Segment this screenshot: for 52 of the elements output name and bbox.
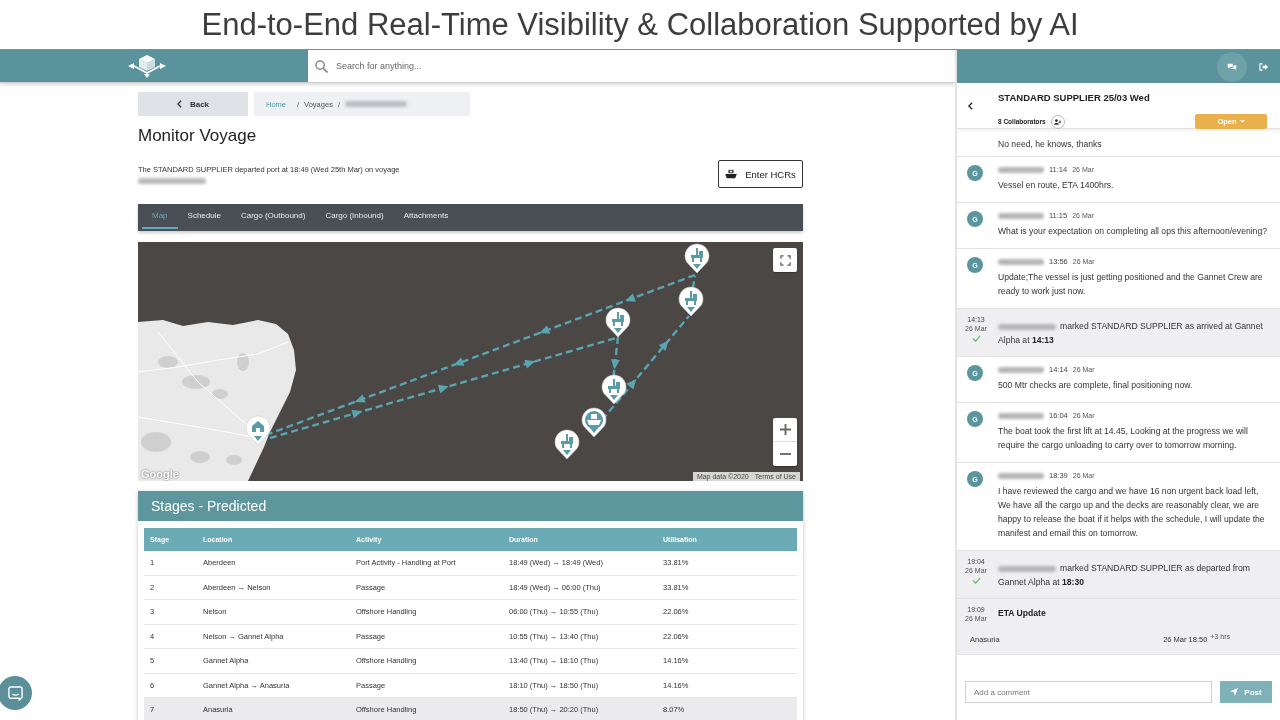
- rig-pin-icon[interactable]: [678, 286, 704, 317]
- comment-field[interactable]: Add a comment: [965, 681, 1212, 703]
- minus-icon: [779, 453, 791, 455]
- plus-icon: [779, 424, 791, 435]
- tab[interactable]: Schedule: [177, 204, 231, 229]
- eta-title: ETA Update: [998, 607, 1046, 620]
- chat-button[interactable]: [1217, 51, 1247, 82]
- logout-button[interactable]: [1259, 62, 1268, 71]
- search-field[interactable]: Search for anything...: [336, 50, 955, 82]
- add-collaborator-button[interactable]: [1050, 114, 1065, 129]
- conversation-title: STANDARD SUPPLIER 25/03 Wed: [998, 92, 1151, 104]
- back-button[interactable]: Back: [138, 92, 248, 116]
- message-text: No need, he knows, thanks: [998, 138, 1103, 151]
- message-text: Vessel en route, ETA 1400hrs.: [998, 179, 1115, 192]
- redacted-text: [345, 101, 407, 107]
- cube-logo-icon[interactable]: [128, 54, 166, 78]
- tab[interactable]: Attachments: [393, 204, 459, 229]
- rig-pin-icon[interactable]: [554, 429, 580, 460]
- message-text: What is your expectation on completing all ops this afternoon/evening?: [998, 225, 1268, 238]
- send-icon: [1230, 688, 1239, 696]
- fullscreen-icon: [779, 254, 791, 266]
- rig-pin-icon[interactable]: [684, 243, 710, 274]
- map-logo: Google: [141, 468, 179, 480]
- house-pin-icon[interactable]: [245, 415, 271, 446]
- chat-launcher-button[interactable]: [0, 676, 32, 710]
- search-icon: [315, 59, 328, 73]
- tab[interactable]: Cargo (Inbound): [315, 204, 394, 229]
- logout-icon: [1259, 62, 1268, 71]
- message-text: The boat took the first lift at 14.45, Looking at the progress we will require the cargo unloading to carry over to tomorrow morning.: [998, 425, 1249, 452]
- page-title: Monitor Voyage: [138, 125, 258, 147]
- panel-heading: Stages - Predicted: [138, 491, 803, 521]
- message-text: Update;The vessel is just getting positioned and the Gannet Crew are ready to work just now.: [998, 271, 1264, 298]
- ship-pin-icon[interactable]: [581, 407, 607, 438]
- event-text: marked STANDARD SUPPLIER as departed from Gannet Alpha at 18:30: [998, 557, 1268, 589]
- message-text: I have reviewed the cargo and we have 16 non urgent back load left, We have all the cargo up and the decks are reasonably clear, we are happy to release the boat if it helps with the schedule, I will update the manifest and email this on tomorrow.: [998, 485, 1266, 540]
- tab[interactable]: Cargo (Outbound): [230, 204, 316, 229]
- chat-bubble-icon: [7, 685, 23, 701]
- event-text: marked STANDARD SUPPLIER as arrived at Gannet Alpha at 14:13: [998, 315, 1268, 347]
- enter-hcrs-button[interactable]: Enter HCRs: [718, 160, 803, 188]
- ship-icon: [725, 169, 738, 179]
- fullscreen-button[interactable]: [773, 248, 797, 272]
- add-person-icon: [1054, 118, 1062, 125]
- zoom-out-button[interactable]: [773, 442, 797, 466]
- map-view[interactable]: [138, 242, 803, 481]
- zoom-in-button[interactable]: [773, 418, 797, 442]
- chevron-left-icon: [176, 100, 182, 108]
- chat-icon: [1227, 62, 1237, 71]
- caret-icon: [1239, 120, 1245, 123]
- chevron-left-icon: [968, 101, 973, 110]
- message-text: 500 Mtr checks are complete, final positioning now.: [998, 379, 1194, 392]
- rig-pin-icon[interactable]: [601, 374, 627, 405]
- rig-pin-icon[interactable]: [605, 307, 631, 338]
